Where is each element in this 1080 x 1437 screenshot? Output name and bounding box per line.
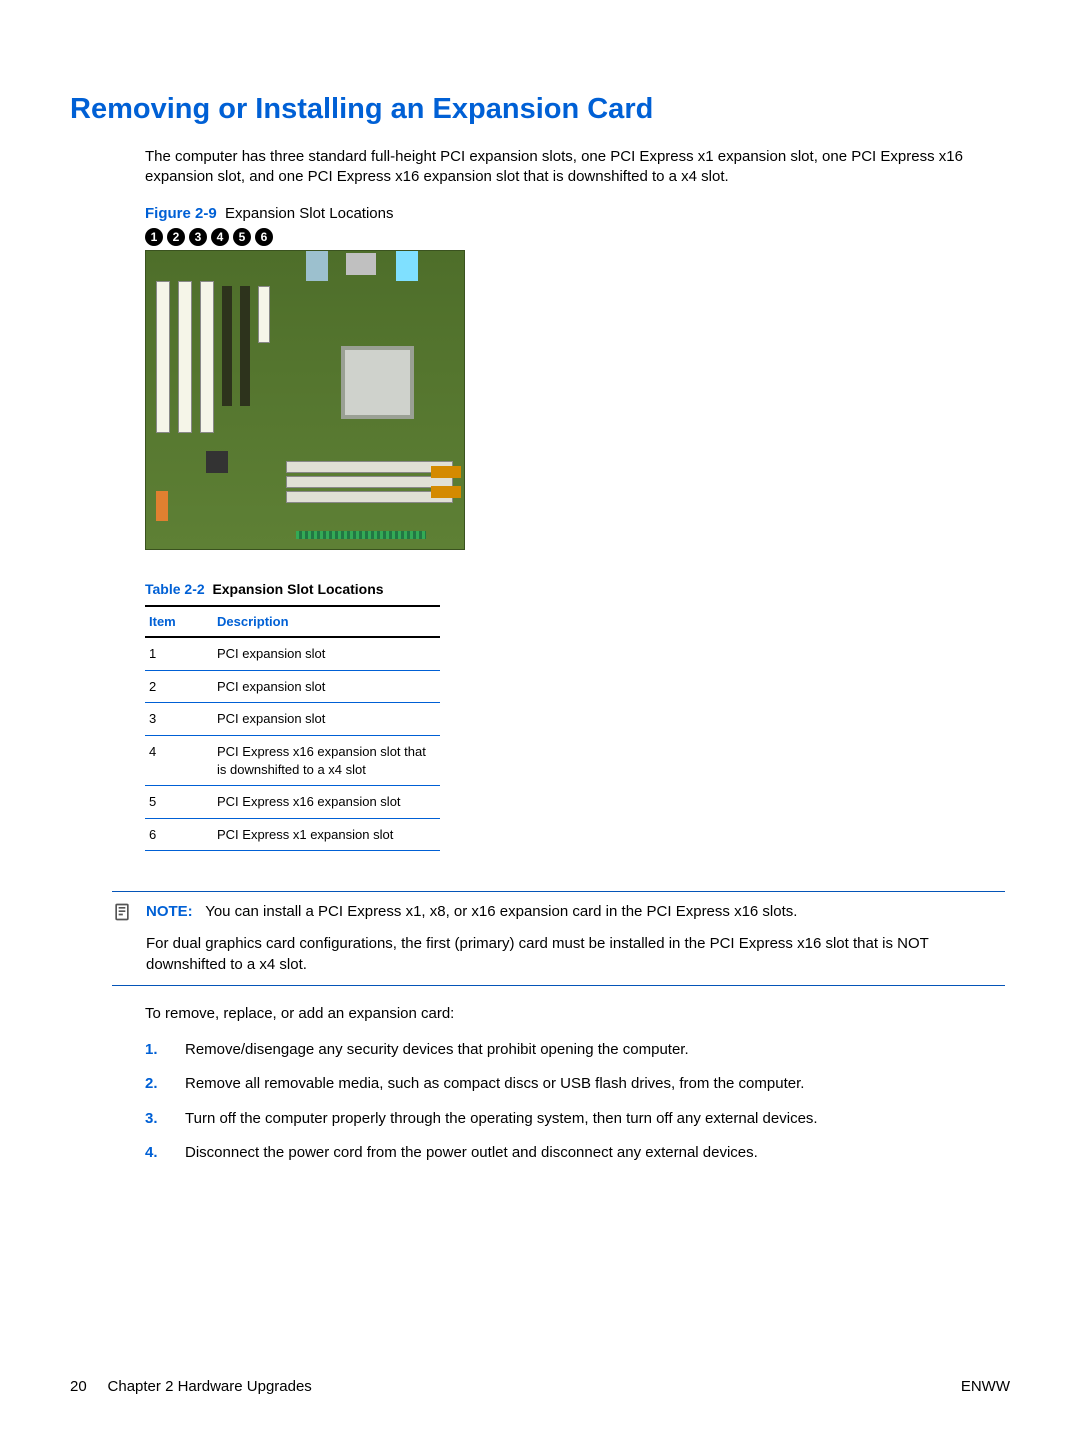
step-text: Remove all removable media, such as comp… [185,1074,1005,1094]
motherboard-illustration [145,250,465,550]
table-row: 1 PCI expansion slot [145,637,440,670]
content-block: The computer has three standard full-hei… [145,147,1005,851]
callout-2: 2 [167,228,185,246]
step-number: 3. [145,1109,185,1129]
list-item: 4. Disconnect the power cord from the po… [145,1143,1005,1163]
table-label: Table 2-2 [145,581,205,597]
expansion-slot-table: Item Description 1 PCI expansion slot 2 … [145,605,440,851]
page-title: Removing or Installing an Expansion Card [70,90,1010,129]
list-item: 1. Remove/disengage any security devices… [145,1040,1005,1060]
slot-table-wrap: Table 2-2 Expansion Slot Locations Item … [145,580,440,851]
figure-caption: Figure 2-9 Expansion Slot Locations [145,204,1005,224]
figure-caption-text: Expansion Slot Locations [225,205,393,222]
figure-callouts: 1 2 3 4 5 6 [145,228,1005,246]
steps-list: 1. Remove/disengage any security devices… [145,1040,1005,1163]
step-text: Remove/disengage any security devices th… [185,1040,1005,1060]
cell-desc: PCI expansion slot [213,637,440,670]
cell-desc: PCI expansion slot [213,670,440,703]
footer-right: ENWW [961,1377,1010,1397]
callout-6: 6 [255,228,273,246]
note-text-1: You can install a PCI Express x1, x8, or… [205,903,797,920]
cell-desc: PCI Express x1 expansion slot [213,818,440,851]
table-row: 3 PCI expansion slot [145,703,440,736]
note-icon [112,902,146,975]
lead-sentence: To remove, replace, or add an expansion … [145,1004,1005,1024]
cell-item: 2 [145,670,213,703]
table-row: 4 PCI Express x16 expansion slot that is… [145,735,440,785]
cell-item: 1 [145,637,213,670]
list-item: 3. Turn off the computer properly throug… [145,1109,1005,1129]
step-number: 4. [145,1143,185,1163]
table-row: 2 PCI expansion slot [145,670,440,703]
note-text-2: For dual graphics card configurations, t… [146,934,1005,975]
page-number: 20 [70,1378,87,1395]
cell-item: 6 [145,818,213,851]
list-item: 2. Remove all removable media, such as c… [145,1074,1005,1094]
table-row: 5 PCI Express x16 expansion slot [145,786,440,819]
cell-desc: PCI Express x16 expansion slot [213,786,440,819]
note-label: NOTE: [146,903,193,920]
callout-1: 1 [145,228,163,246]
step-number: 1. [145,1040,185,1060]
table-title: Table 2-2 Expansion Slot Locations [145,580,440,599]
table-caption: Expansion Slot Locations [212,581,383,597]
cell-item: 5 [145,786,213,819]
callout-4: 4 [211,228,229,246]
step-text: Disconnect the power cord from the power… [185,1143,1005,1163]
note-body: NOTE: You can install a PCI Express x1, … [146,902,1005,975]
motherboard-figure: 1 2 3 4 5 6 [145,228,1005,550]
cell-item: 3 [145,703,213,736]
table-row: 6 PCI Express x1 expansion slot [145,818,440,851]
table-header-desc: Description [213,606,440,638]
cell-item: 4 [145,735,213,785]
chapter-title: Chapter 2 Hardware Upgrades [108,1378,312,1395]
footer-left: 20 Chapter 2 Hardware Upgrades [70,1377,312,1397]
document-page: Removing or Installing an Expansion Card… [0,0,1080,1437]
cell-desc: PCI Express x16 expansion slot that is d… [213,735,440,785]
callout-3: 3 [189,228,207,246]
page-footer: 20 Chapter 2 Hardware Upgrades ENWW [70,1377,1010,1397]
note-block: NOTE: You can install a PCI Express x1, … [112,891,1005,986]
figure-label: Figure 2-9 [145,205,217,222]
intro-paragraph: The computer has three standard full-hei… [145,147,1005,188]
step-number: 2. [145,1074,185,1094]
step-text: Turn off the computer properly through t… [185,1109,1005,1129]
callout-5: 5 [233,228,251,246]
cell-desc: PCI expansion slot [213,703,440,736]
table-header-item: Item [145,606,213,638]
